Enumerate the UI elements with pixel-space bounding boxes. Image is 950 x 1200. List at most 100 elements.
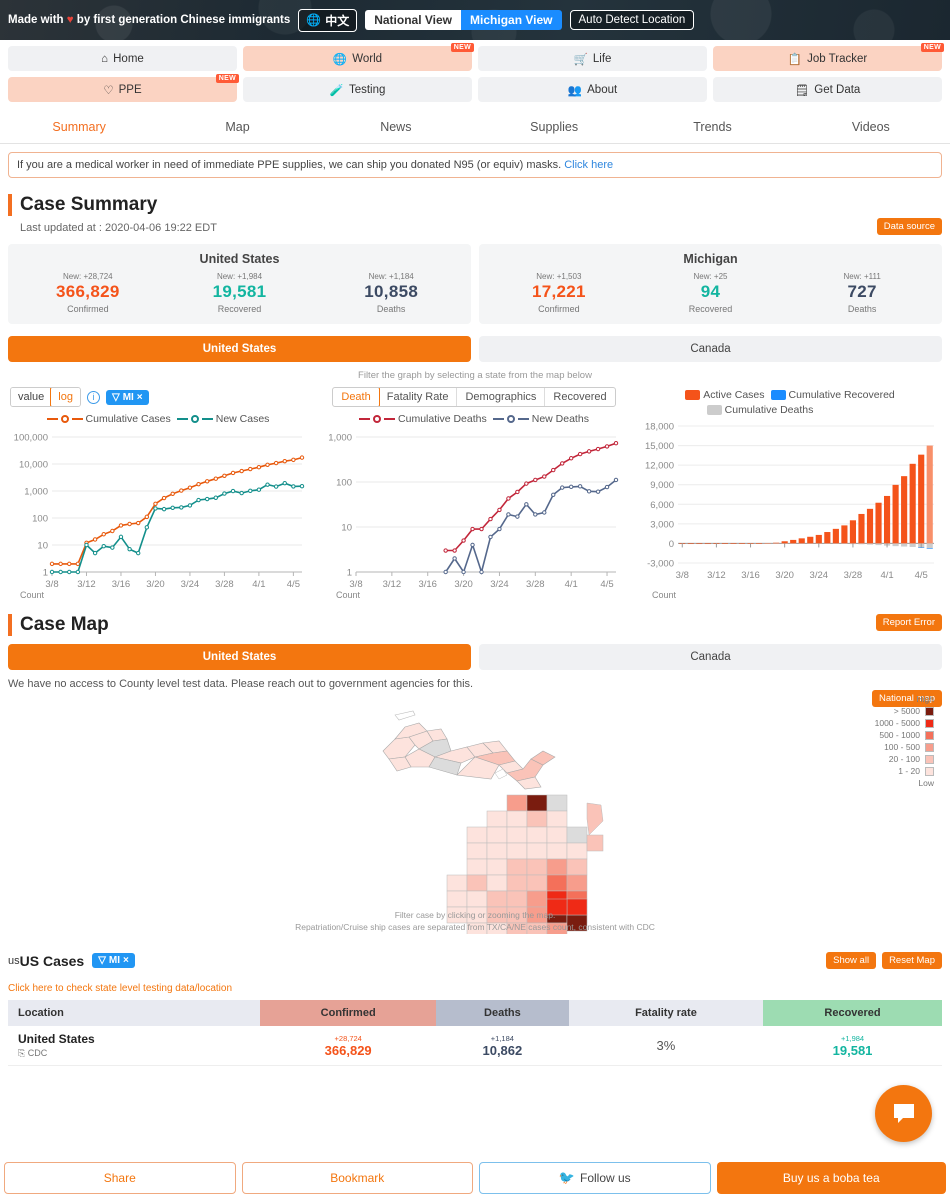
metric-tab-recovered[interactable]: Recovered	[545, 388, 614, 406]
svg-text:4/5: 4/5	[915, 570, 928, 581]
recovered-value: 19,581	[832, 1042, 873, 1058]
boba-tea-button[interactable]: Buy us a boba tea	[716, 1162, 946, 1194]
row-source[interactable]: ⎘ CDC	[18, 1048, 256, 1059]
close-icon[interactable]: ×	[123, 955, 129, 966]
scale-value-option[interactable]: value	[11, 388, 52, 406]
svg-text:15,000: 15,000	[645, 441, 674, 452]
language-button[interactable]: 🌐 中文	[298, 8, 358, 32]
globe-icon: 🌐	[306, 13, 322, 27]
new-badge: NEW	[450, 43, 474, 52]
info-icon[interactable]: i	[86, 390, 100, 404]
legend-active-cases[interactable]: Active Cases	[685, 389, 765, 401]
map-footnote-1: Filter case by clicking or zooming the m…	[394, 909, 556, 920]
column-recovered[interactable]: Recovered	[763, 1000, 942, 1026]
globe-icon: 🌐	[332, 53, 348, 66]
confirmed-value: 366,829	[324, 1042, 372, 1058]
cases-chart[interactable]: 1 10 100 1,000 10,000 100,000 3/8 3/12 3/16 3/20 3…	[0, 429, 316, 594]
follow-us-button[interactable]: 🐦 Follow us	[479, 1162, 711, 1194]
legend-new-cases[interactable]: New Cases	[176, 413, 269, 425]
ppe-alert-link[interactable]: Click here	[564, 159, 613, 171]
state-filter-chip[interactable]: ▽ MI ×	[105, 389, 149, 405]
map-country-us-button[interactable]: United States	[8, 644, 471, 670]
table-state-chip[interactable]: ▽ MI ×	[92, 953, 135, 968]
table-head-row: Location Confirmed Deaths Fatality rate …	[8, 1000, 942, 1026]
nav-item-world[interactable]: 🌐 World NEW	[243, 43, 474, 71]
svg-text:3/28: 3/28	[844, 570, 863, 581]
legend-cumulative-recovered[interactable]: Cumulative Recovered	[770, 389, 895, 401]
michigan-map-area[interactable]: High > 5000 1000 - 5000 500 - 1000 100 -…	[0, 694, 950, 944]
tab-supplies[interactable]: Supplies	[475, 112, 633, 143]
michigan-county-map[interactable]	[375, 709, 605, 934]
svg-text:4/1: 4/1	[252, 579, 265, 590]
table-body: United States ⎘ CDC +28,724 366,829 +1,1…	[8, 1026, 942, 1066]
view-toggle[interactable]: National View Michigan View	[365, 10, 562, 30]
reset-map-button[interactable]: Reset Map	[882, 952, 942, 969]
nav-item-life[interactable]: 🛒 Life	[478, 46, 707, 71]
tab-trends[interactable]: Trends	[633, 112, 791, 143]
data-source-button[interactable]: Data source	[876, 218, 942, 235]
table-chip-label: MI	[108, 955, 121, 966]
legend-label: Cumulative Deaths	[398, 413, 487, 425]
legend-marker	[506, 415, 515, 423]
show-all-button[interactable]: Show all	[826, 952, 877, 969]
legend-band-swatch	[925, 730, 934, 740]
nav-item-home[interactable]: ⌂ Home	[8, 46, 237, 71]
sub-tab-bar: Summary Map News Supplies Trends Videos	[0, 112, 950, 144]
nav-item-label: World	[352, 52, 383, 65]
tab-videos[interactable]: Videos	[792, 112, 950, 143]
nav-item-ppe[interactable]: ♡ PPE NEW	[8, 74, 239, 102]
flask-icon: 🧪	[329, 84, 344, 97]
nav-item-testing[interactable]: 🧪 Testing	[243, 77, 472, 102]
chart-country-us-button[interactable]: United States	[8, 336, 471, 362]
active-cases-chart[interactable]: -3,000 0 3,000 6,000 9,000 12,000 15,000 18,000…	[632, 418, 948, 596]
report-error-button[interactable]: Report Error	[875, 614, 942, 631]
svg-text:1,000: 1,000	[328, 433, 352, 444]
national-view-button[interactable]: National View	[365, 10, 462, 30]
legend-label: Cumulative Cases	[85, 413, 171, 425]
nav-item-about[interactable]: 👥 About	[478, 77, 707, 102]
close-icon[interactable]: ×	[137, 392, 143, 403]
tab-summary[interactable]: Summary	[0, 112, 158, 143]
state-testing-link[interactable]: Click here to check state level testing …	[8, 983, 942, 994]
tab-news[interactable]: News	[317, 112, 475, 143]
chat-button[interactable]	[875, 1085, 932, 1142]
legend-cumulative-deaths-bar[interactable]: Cumulative Deaths	[706, 404, 813, 416]
map-footnote-2: Repatriation/Cruise ship cases are separ…	[295, 922, 655, 933]
scale-toggle[interactable]: value log	[10, 387, 81, 407]
nav-item-job-tracker[interactable]: 📋 Job Tracker NEW	[713, 43, 944, 71]
map-footnotes: Filter case by clicking or zooming the m…	[0, 909, 950, 935]
stat-confirmed: New: +1,503 17,221 Confirmed	[483, 272, 635, 314]
legend-cumulative-cases[interactable]: Cumulative Cases	[46, 413, 171, 425]
michigan-view-button[interactable]: Michigan View	[461, 10, 562, 30]
stat-recovered: New: +1,984 19,581 Recovered	[164, 272, 316, 314]
legend-cumulative-deaths[interactable]: Cumulative Deaths	[359, 413, 487, 425]
svg-text:3/24: 3/24	[810, 570, 829, 581]
metric-tab-demographics[interactable]: Demographics	[457, 388, 546, 406]
legend-band: 20 - 100	[875, 754, 934, 764]
share-button[interactable]: Share	[4, 1162, 236, 1194]
auto-detect-location-button[interactable]: Auto Detect Location	[569, 10, 695, 30]
metric-tab-death[interactable]: Death	[333, 388, 380, 406]
tab-map[interactable]: Map	[158, 112, 316, 143]
column-deaths[interactable]: Deaths	[435, 1000, 569, 1026]
nav-item-label: Job Tracker	[807, 52, 868, 65]
stat-new-delta: New: +1,184	[368, 272, 414, 281]
legend-band: 1 - 20	[875, 766, 934, 776]
metric-tab-fatality-rate[interactable]: Fatality Rate	[379, 388, 458, 406]
chart-country-canada-button[interactable]: Canada	[479, 336, 942, 362]
table-row[interactable]: United States ⎘ CDC +28,724 366,829 +1,1…	[8, 1026, 942, 1066]
column-confirmed[interactable]: Confirmed	[260, 1000, 436, 1026]
legend-band-label: 1000 - 5000	[874, 718, 920, 728]
cell-location: United States ⎘ CDC	[8, 1026, 261, 1066]
new-badge: NEW	[920, 43, 944, 52]
column-location[interactable]: Location	[8, 1000, 261, 1026]
legend-new-deaths[interactable]: New Deaths	[492, 413, 589, 425]
scale-log-option[interactable]: log	[50, 388, 80, 406]
map-country-canada-button[interactable]: Canada	[479, 644, 942, 670]
column-fatality-rate[interactable]: Fatality rate	[568, 1000, 764, 1026]
nav-item-label: Get Data	[814, 83, 861, 96]
nav-item-get-data[interactable]: 🗒 Get Data	[713, 77, 942, 102]
svg-text:1: 1	[347, 568, 352, 579]
deaths-chart[interactable]: 1 10 100 1,000 3/8 3/12 3/16 3/20 3/24 3/28 4/1 4/5	[316, 429, 632, 594]
bookmark-button[interactable]: Bookmark	[241, 1162, 473, 1194]
